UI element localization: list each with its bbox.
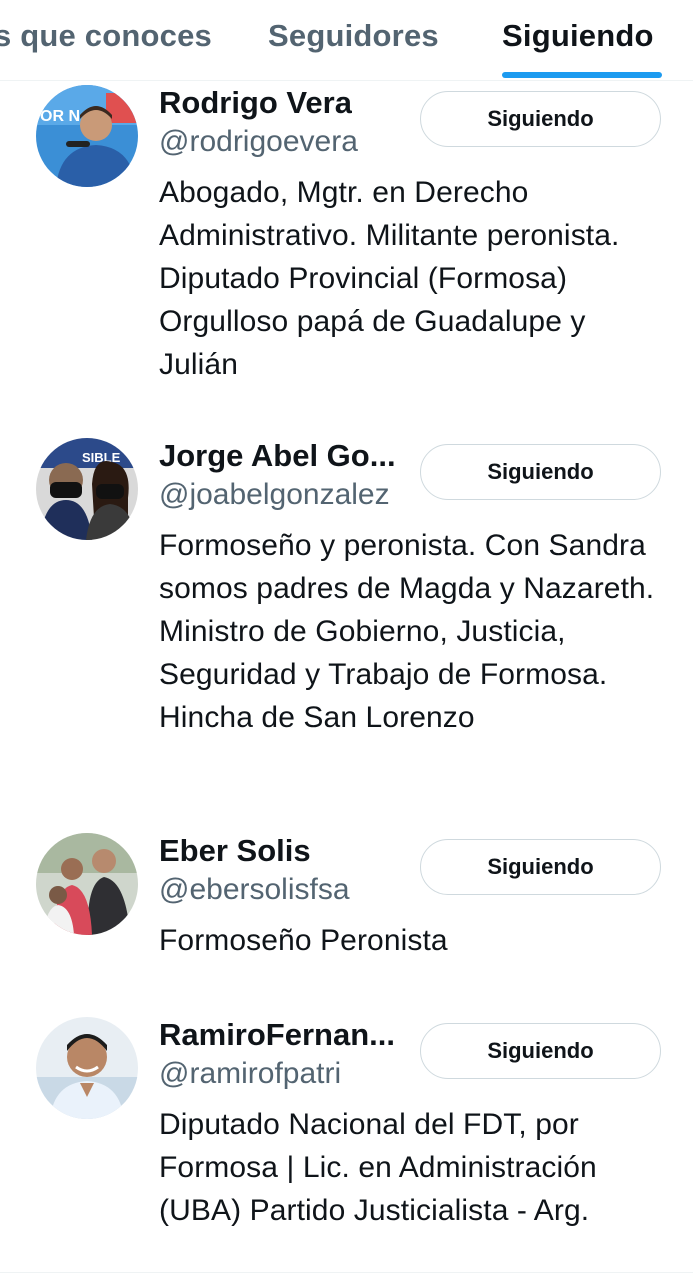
tab-known-followers[interactable]: s que conoces (0, 18, 212, 54)
svg-text:OR N: OR N (40, 108, 80, 125)
user-bio: Formoseño Peronista (159, 924, 448, 957)
user-name[interactable]: Rodrigo Vera (159, 85, 352, 121)
user-bio: Formoseño y peronista. Con Sandra somos … (159, 529, 655, 734)
user-name[interactable]: RamiroFernan... (159, 1017, 395, 1053)
user-handle: @rodrigoevera (159, 125, 358, 158)
avatar-photo-icon (36, 833, 138, 935)
tab-followers[interactable]: Seguidores (268, 18, 439, 54)
divider (0, 1272, 693, 1273)
following-screen: s que conoces Seguidores Siguiendo OR N … (0, 0, 693, 1280)
following-button[interactable]: Siguiendo (420, 1023, 661, 1079)
user-name[interactable]: Eber Solis (159, 833, 311, 869)
active-tab-indicator (502, 72, 662, 78)
avatar-photo-icon: SIBLE (36, 438, 138, 540)
user-name[interactable]: Jorge Abel Go... (159, 438, 396, 474)
avatar[interactable] (36, 1017, 138, 1119)
following-button[interactable]: Siguiendo (420, 839, 661, 895)
user-bio: Diputado Nacional del FDT, por Formosa |… (159, 1108, 597, 1227)
user-bio: Abogado, Mgtr. en Derecho Administrativo… (159, 176, 620, 381)
user-handle: @joabelgonzalez (159, 478, 390, 511)
avatar-photo-icon (36, 1017, 138, 1119)
following-button[interactable]: Siguiendo (420, 444, 661, 500)
avatar[interactable]: SIBLE (36, 438, 138, 540)
tab-bar: s que conoces Seguidores Siguiendo (0, 0, 693, 81)
avatar[interactable]: OR N (36, 85, 138, 187)
avatar[interactable] (36, 833, 138, 935)
user-handle: @ramirofpatri (159, 1057, 342, 1090)
following-button[interactable]: Siguiendo (420, 91, 661, 147)
tab-following[interactable]: Siguiendo (502, 18, 654, 54)
avatar-photo-icon: OR N (36, 85, 138, 187)
user-handle: @ebersolisfsa (159, 873, 350, 906)
